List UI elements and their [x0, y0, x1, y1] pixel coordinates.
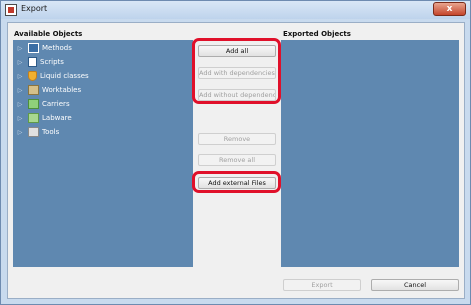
tree-item-label: Labware [42, 114, 72, 122]
tree-item-label: Scripts [40, 58, 64, 66]
add-with-dependencies-button[interactable]: Add with dependencies [198, 67, 276, 79]
add-external-files-button[interactable]: Add external Files [198, 177, 276, 189]
tree-item-tools[interactable]: ▷ Tools [17, 126, 59, 138]
expand-arrow-icon[interactable]: ▷ [17, 115, 23, 122]
tree-item-carriers[interactable]: ▷ Carriers [17, 98, 70, 110]
app-icon [5, 4, 17, 16]
expand-arrow-icon[interactable]: ▷ [17, 129, 23, 136]
title-bar[interactable]: Export x [1, 1, 470, 19]
tree-item-label: Tools [42, 128, 60, 136]
tree-item-labware[interactable]: ▷ Labware [17, 112, 72, 124]
expand-arrow-icon[interactable]: ▷ [17, 45, 23, 52]
available-objects-title: Available Objects [14, 30, 83, 38]
liquid-classes-icon [28, 71, 37, 81]
expand-arrow-icon[interactable]: ▷ [17, 59, 23, 66]
tree-item-label: Liquid classes [40, 72, 89, 80]
close-button[interactable]: x [433, 2, 466, 16]
export-dialog: Export x Available Objects ▷ Methods ▷ S… [0, 0, 471, 305]
tools-icon [28, 127, 39, 137]
available-objects-tree[interactable]: ▷ Methods ▷ Scripts ▷ Liquid classes ▷ W… [13, 40, 193, 267]
cancel-button[interactable]: Cancel [371, 279, 459, 291]
tree-item-liquid-classes[interactable]: ▷ Liquid classes [17, 70, 89, 82]
tree-item-scripts[interactable]: ▷ Scripts [17, 56, 64, 68]
remove-button[interactable]: Remove [198, 133, 276, 145]
tree-item-label: Methods [42, 44, 72, 52]
remove-all-button[interactable]: Remove all [198, 154, 276, 166]
carriers-icon [28, 99, 39, 109]
labware-icon [28, 113, 39, 123]
tree-item-methods[interactable]: ▷ Methods [17, 42, 72, 54]
expand-arrow-icon[interactable]: ▷ [17, 101, 23, 108]
dialog-client-area: Available Objects ▷ Methods ▷ Scripts ▷ … [7, 22, 465, 299]
exported-objects-title: Exported Objects [283, 30, 351, 38]
window-title: Export [21, 4, 48, 13]
worktables-icon [28, 85, 39, 95]
add-without-dependencies-button[interactable]: Add without dependencies [198, 89, 276, 101]
add-all-button[interactable]: Add all [198, 45, 276, 57]
scripts-icon [28, 57, 37, 67]
expand-arrow-icon[interactable]: ▷ [17, 87, 23, 94]
tree-item-label: Worktables [42, 86, 82, 94]
methods-icon [28, 43, 39, 53]
tree-item-worktables[interactable]: ▷ Worktables [17, 84, 81, 96]
exported-objects-list[interactable] [281, 40, 459, 267]
export-button[interactable]: Export [283, 279, 361, 291]
tree-item-label: Carriers [42, 100, 70, 108]
expand-arrow-icon[interactable]: ▷ [17, 73, 23, 80]
